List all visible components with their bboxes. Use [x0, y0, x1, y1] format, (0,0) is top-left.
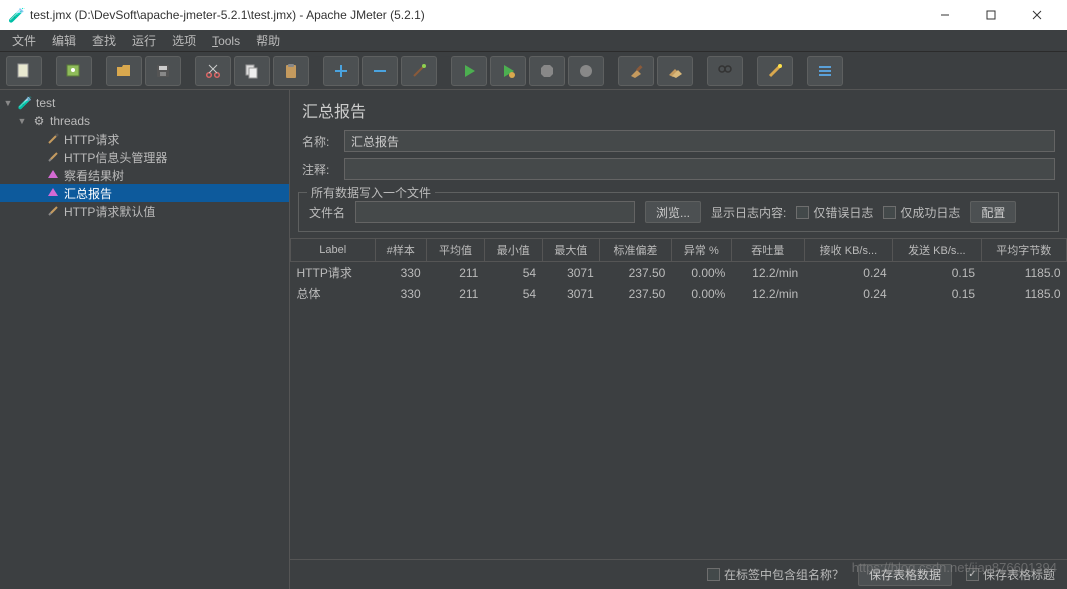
menu-tools[interactable]: Tools: [204, 32, 248, 50]
remove-button[interactable]: [362, 56, 398, 86]
panel-footer: 在标签中包含组名称？ 保存表格数据 保存表格标题: [290, 559, 1067, 589]
clear-all-button[interactable]: [657, 56, 693, 86]
cut-button[interactable]: [195, 56, 231, 86]
save-table-button[interactable]: 保存表格数据: [858, 564, 952, 586]
save-button[interactable]: [145, 56, 181, 86]
wrench-icon: [45, 203, 61, 219]
only-success-checkbox[interactable]: 仅成功日志: [883, 204, 960, 221]
save-header-checkbox[interactable]: 保存表格标题: [966, 566, 1055, 583]
tree-group-label: threads: [50, 114, 90, 128]
close-button[interactable]: [1014, 5, 1059, 25]
start-no-timers-button[interactable]: [490, 56, 526, 86]
comment-label: 注释:: [302, 161, 344, 178]
open-button[interactable]: [106, 56, 142, 86]
window-controls: [922, 5, 1059, 25]
chevron-down-icon[interactable]: ▼: [2, 98, 14, 108]
browse-button[interactable]: 浏览...: [645, 201, 701, 223]
menu-search[interactable]: 查找: [84, 30, 124, 51]
wand-button[interactable]: [401, 56, 437, 86]
fieldset-legend: 所有数据写入一个文件: [307, 184, 435, 201]
menu-bar: 文件 编辑 查找 运行 选项 Tools 帮助: [0, 30, 1067, 52]
file-label: 文件名: [309, 204, 345, 221]
templates-button[interactable]: [56, 56, 92, 86]
gear-icon: ⚙: [31, 113, 47, 129]
tree-item-http-request[interactable]: HTTP请求: [0, 130, 289, 148]
reload-button[interactable]: [757, 56, 793, 86]
clear-button[interactable]: [618, 56, 654, 86]
tree-panel: ▼ 🧪 test ▼ ⚙ threads HTTP请求 HTTP信息头管理器 察…: [0, 90, 290, 589]
table-row[interactable]: 总体 330 211 54 3071 237.50 0.00% 12.2/min…: [291, 283, 1067, 304]
chevron-down-icon[interactable]: ▼: [16, 116, 28, 126]
name-label: 名称:: [302, 133, 344, 150]
app-icon: 🧪: [8, 7, 24, 23]
add-button[interactable]: [323, 56, 359, 86]
minimize-button[interactable]: [922, 5, 967, 25]
window-title: test.jmx (D:\DevSoft\apache-jmeter-5.2.1…: [30, 8, 922, 22]
tree-item-summary-report[interactable]: 汇总报告: [0, 184, 289, 202]
leaf-icon: [45, 167, 61, 183]
menu-options[interactable]: 选项: [164, 30, 204, 51]
search-button[interactable]: [707, 56, 743, 86]
main-area: ▼ 🧪 test ▼ ⚙ threads HTTP请求 HTTP信息头管理器 察…: [0, 90, 1067, 589]
name-input[interactable]: [344, 130, 1055, 152]
include-group-checkbox[interactable]: 在标签中包含组名称？: [707, 566, 844, 583]
collapse-button[interactable]: [807, 56, 843, 86]
maximize-button[interactable]: [968, 5, 1013, 25]
only-error-checkbox[interactable]: 仅错误日志: [796, 204, 873, 221]
menu-edit[interactable]: 编辑: [44, 30, 84, 51]
leaf-icon: [45, 185, 61, 201]
new-button[interactable]: [6, 56, 42, 86]
stop-button[interactable]: [529, 56, 565, 86]
paste-button[interactable]: [273, 56, 309, 86]
menu-file[interactable]: 文件: [4, 30, 44, 51]
copy-button[interactable]: [234, 56, 270, 86]
write-file-fieldset: 所有数据写入一个文件 文件名 浏览... 显示日志内容: 仅错误日志 仅成功日志…: [298, 192, 1059, 232]
tree-root[interactable]: ▼ 🧪 test: [0, 94, 289, 112]
menu-help[interactable]: 帮助: [248, 30, 288, 51]
summary-table: Label #样本 平均值 最小值 最大值 标准偏差 异常 % 吞吐量 接收 K…: [290, 238, 1067, 559]
right-panel: 汇总报告 名称: 注释: 所有数据写入一个文件 文件名 浏览... 显示日志内容…: [290, 90, 1067, 589]
tree-root-label: test: [36, 96, 55, 110]
comment-input[interactable]: [344, 158, 1055, 180]
tree-item-http-defaults[interactable]: HTTP请求默认值: [0, 202, 289, 220]
title-bar: 🧪 test.jmx (D:\DevSoft\apache-jmeter-5.2…: [0, 0, 1067, 30]
tree-item-view-results[interactable]: 察看结果树: [0, 166, 289, 184]
wrench-icon: [45, 149, 61, 165]
file-input[interactable]: [355, 201, 635, 223]
log-content-label: 显示日志内容:: [711, 204, 786, 221]
shutdown-button[interactable]: [568, 56, 604, 86]
table-row[interactable]: HTTP请求 330 211 54 3071 237.50 0.00% 12.2…: [291, 262, 1067, 284]
table-header-row: Label #样本 平均值 最小值 最大值 标准偏差 异常 % 吞吐量 接收 K…: [291, 239, 1067, 262]
panel-title: 汇总报告: [302, 98, 1055, 122]
tree-item-header-manager[interactable]: HTTP信息头管理器: [0, 148, 289, 166]
menu-run[interactable]: 运行: [124, 30, 164, 51]
toolbar: [0, 52, 1067, 90]
start-button[interactable]: [451, 56, 487, 86]
dropper-icon: [45, 131, 61, 147]
tree-group[interactable]: ▼ ⚙ threads: [0, 112, 289, 130]
config-button[interactable]: 配置: [970, 201, 1016, 223]
flask-icon: 🧪: [17, 95, 33, 111]
panel-header: 汇总报告 名称: 注释:: [290, 90, 1067, 192]
